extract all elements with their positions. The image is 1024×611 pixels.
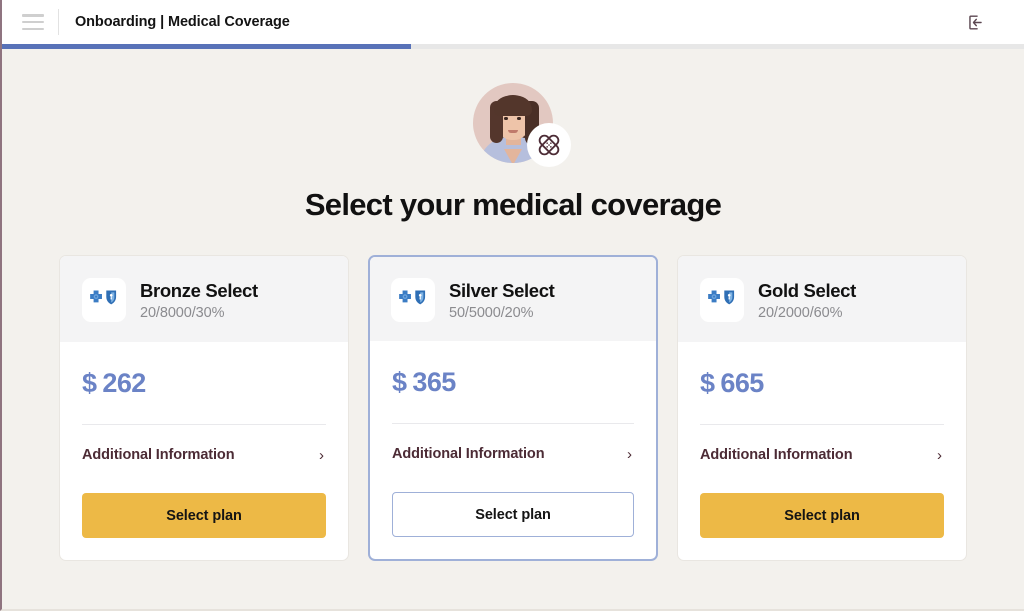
page-title: Select your medical coverage [304, 187, 722, 222]
additional-information-label: Additional Information [700, 447, 853, 463]
avatar-badge [527, 123, 571, 167]
app-window: Onboarding | Medical Coverage Select you… [0, 0, 1024, 611]
chevron-right-icon: › [319, 446, 324, 464]
plan-card-header: Bronze Select 20/8000/30% [60, 256, 348, 342]
plan-name: Silver Select [449, 280, 555, 301]
blue-cross-blue-shield-logo [82, 278, 126, 322]
currency-symbol: $ [82, 368, 97, 398]
plan-price: $665 [700, 368, 944, 399]
plan-meta: Silver Select 50/5000/20% [449, 278, 555, 321]
select-plan-button[interactable]: Select plan [700, 493, 944, 538]
plan-code: 20/8000/30% [140, 305, 225, 322]
hamburger-line [22, 27, 44, 30]
plan-name: Gold Select [758, 280, 856, 301]
avatar-eye-right [517, 117, 521, 120]
price-amount: 365 [412, 367, 456, 397]
plan-card-silver[interactable]: Silver Select 50/5000/20% $365 Additiona… [368, 255, 658, 561]
plan-card-header: Silver Select 50/5000/20% [370, 257, 656, 341]
blue-cross-blue-shield-logo [700, 278, 744, 322]
additional-information-link[interactable]: Additional Information › [700, 425, 944, 463]
chevron-right-icon: › [937, 446, 942, 464]
plan-meta: Gold Select 20/2000/60% [758, 278, 856, 321]
plan-price: $365 [392, 367, 634, 398]
plan-card-body: $262 Additional Information › Select pla… [60, 342, 348, 560]
bcbs-mark [399, 290, 426, 305]
avatar-mouth [508, 130, 518, 133]
main-content: Select your medical coverage Bronze Sele… [2, 49, 1024, 609]
chevron-right-icon: › [627, 445, 632, 463]
topbar-divider [58, 9, 59, 35]
top-bar: Onboarding | Medical Coverage [2, 0, 1024, 44]
plan-card-body: $365 Additional Information › Select pla… [370, 341, 656, 559]
plan-code: 50/5000/20% [449, 305, 534, 322]
currency-symbol: $ [700, 368, 715, 398]
plan-card-gold[interactable]: Gold Select 20/2000/60% $665 Additional … [677, 255, 967, 561]
avatar-hair-front [494, 96, 532, 116]
hamburger-menu-icon[interactable] [22, 14, 44, 30]
bcbs-mark [90, 290, 117, 305]
plan-price: $262 [82, 368, 326, 399]
plan-code: 20/2000/60% [758, 305, 843, 322]
plan-name: Bronze Select [140, 280, 258, 301]
avatar-eye-left [504, 117, 508, 120]
price-amount: 665 [720, 368, 764, 398]
plan-card-body: $665 Additional Information › Select pla… [678, 342, 966, 560]
blue-cross-blue-shield-logo [391, 278, 435, 322]
bandage-icon [538, 134, 560, 156]
plan-card-header: Gold Select 20/2000/60% [678, 256, 966, 342]
hero-avatar-group [473, 83, 571, 167]
hamburger-line [22, 14, 44, 17]
plan-meta: Bronze Select 20/8000/30% [140, 278, 258, 321]
select-plan-button[interactable]: Select plan [392, 492, 634, 537]
plan-card-list: Bronze Select 20/8000/30% $262 Additiona… [59, 255, 967, 561]
logout-icon [968, 14, 982, 30]
price-amount: 262 [102, 368, 146, 398]
additional-information-label: Additional Information [392, 446, 545, 462]
plan-card-bronze[interactable]: Bronze Select 20/8000/30% $262 Additiona… [59, 255, 349, 561]
breadcrumb-title: Onboarding | Medical Coverage [75, 14, 290, 30]
additional-information-link[interactable]: Additional Information › [392, 424, 634, 462]
additional-information-label: Additional Information [82, 447, 235, 463]
hamburger-line [22, 20, 44, 24]
logout-button[interactable] [960, 7, 990, 37]
currency-symbol: $ [392, 367, 407, 397]
select-plan-button[interactable]: Select plan [82, 493, 326, 538]
additional-information-link[interactable]: Additional Information › [82, 425, 326, 463]
bcbs-mark [708, 290, 735, 305]
